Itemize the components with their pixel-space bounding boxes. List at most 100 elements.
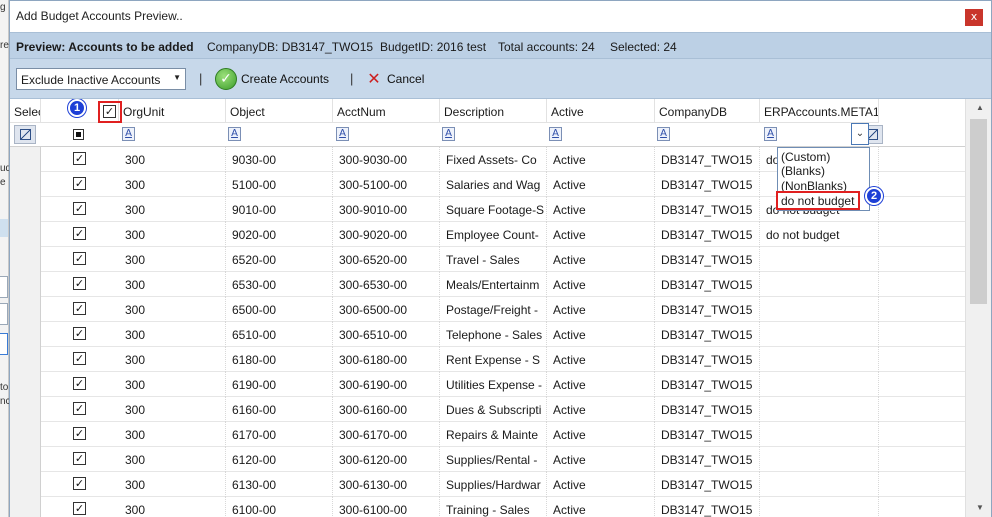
scroll-down-icon[interactable]: ▼ [976, 503, 984, 512]
table-row[interactable]: ✓ 300 6170-00 300-6170-00 Repairs & Main… [10, 422, 965, 447]
filter-companydb-icon[interactable]: A [657, 127, 670, 141]
cell-orgunit: 300 [119, 297, 226, 322]
background-text: e [0, 177, 6, 188]
cell-meta1 [760, 447, 879, 472]
cell-orgunit: 300 [119, 372, 226, 397]
meta1-filter-combo[interactable]: ⌄ [851, 123, 869, 145]
table-row[interactable]: ✓ 300 6130-00 300-6130-00 Supplies/Hardw… [10, 472, 965, 497]
stop-icon[interactable] [73, 129, 84, 140]
cell-companydb: DB3147_TWO15 [655, 347, 760, 372]
create-accounts-button[interactable]: ✓ Create Accounts [215, 67, 329, 91]
table-row[interactable]: ✓ 300 6180-00 300-6180-00 Rent Expense -… [10, 347, 965, 372]
cell-description: Training - Sales [440, 497, 547, 517]
cell-companydb: DB3147_TWO15 [655, 197, 760, 222]
filter-acctnum-icon[interactable]: A [336, 127, 349, 141]
cell-companydb: DB3147_TWO15 [655, 172, 760, 197]
cell-description: Postage/Freight - [440, 297, 547, 322]
row-checkbox[interactable]: ✓ [73, 402, 86, 415]
row-selector[interactable] [10, 297, 41, 322]
column-header-companydb[interactable]: CompanyDB [655, 99, 760, 123]
column-header-orgunit[interactable]: OrgUnit [119, 99, 226, 123]
row-checkbox[interactable]: ✓ [73, 427, 86, 440]
row-selector[interactable] [10, 322, 41, 347]
table-row[interactable]: ✓ 300 6530-00 300-6530-00 Meals/Entertai… [10, 272, 965, 297]
cell-acctnum: 300-6160-00 [333, 397, 440, 422]
table-row[interactable]: ✓ 300 6120-00 300-6120-00 Supplies/Renta… [10, 447, 965, 472]
filter-orgunit-icon[interactable]: A [122, 127, 135, 141]
vertical-scrollbar[interactable]: ▲ ▼ [965, 99, 991, 517]
row-selector[interactable] [10, 447, 41, 472]
cell-active: Active [547, 247, 655, 272]
row-selector[interactable] [10, 272, 41, 297]
cell-active: Active [547, 272, 655, 297]
row-selector[interactable] [10, 347, 41, 372]
row-selector[interactable] [10, 372, 41, 397]
row-checkbox[interactable]: ✓ [73, 252, 86, 265]
row-selector[interactable] [10, 497, 41, 517]
row-selector[interactable] [10, 422, 41, 447]
filter-clear-icon[interactable] [14, 125, 36, 144]
row-selector[interactable] [10, 172, 41, 197]
row-selector[interactable] [10, 247, 41, 272]
scroll-thumb[interactable] [970, 119, 987, 304]
table-row[interactable]: ✓ 300 6160-00 300-6160-00 Dues & Subscri… [10, 397, 965, 422]
row-checkbox[interactable]: ✓ [73, 277, 86, 290]
row-checkbox[interactable]: ✓ [73, 352, 86, 365]
table-row[interactable]: ✓ 300 6510-00 300-6510-00 Telephone - Sa… [10, 322, 965, 347]
column-header-acctnum[interactable]: AcctNum [333, 99, 440, 123]
cancel-label: Cancel [387, 72, 425, 86]
cell-acctnum: 300-9030-00 [333, 147, 440, 172]
row-checkbox[interactable]: ✓ [73, 202, 86, 215]
row-checkbox[interactable]: ✓ [73, 477, 86, 490]
row-checkbox[interactable]: ✓ [73, 152, 86, 165]
table-row[interactable]: ✓ 300 6500-00 300-6500-00 Postage/Freigh… [10, 297, 965, 322]
cell-description: Supplies/Rental - [440, 447, 547, 472]
cell-orgunit: 300 [119, 397, 226, 422]
cell-meta1 [760, 397, 879, 422]
cell-meta1 [760, 322, 879, 347]
background-text: to [0, 382, 9, 393]
table-row[interactable]: ✓ 300 6100-00 300-6100-00 Training - Sal… [10, 497, 965, 517]
cancel-button[interactable]: ✕ Cancel [365, 67, 424, 91]
column-header-meta1[interactable]: ERPAccounts.META1 [760, 99, 879, 123]
filter-option-blanks[interactable]: (Blanks) [781, 164, 825, 178]
table-row[interactable]: ✓ 300 6520-00 300-6520-00 Travel - Sales… [10, 247, 965, 272]
row-checkbox[interactable]: ✓ [73, 377, 86, 390]
row-selector[interactable] [10, 222, 41, 247]
row-checkbox[interactable]: ✓ [73, 177, 86, 190]
filter-active-icon[interactable]: A [549, 127, 562, 141]
row-selector[interactable] [10, 147, 41, 172]
cell-meta1: do not budget [760, 222, 879, 247]
annotation-badge-1: 1 [68, 99, 86, 117]
scroll-up-icon[interactable]: ▲ [976, 103, 984, 112]
cell-companydb: DB3147_TWO15 [655, 147, 760, 172]
cell-orgunit: 300 [119, 147, 226, 172]
table-row[interactable]: ✓ 300 9020-00 300-9020-00 Employee Count… [10, 222, 965, 247]
column-header-description[interactable]: Description [440, 99, 547, 123]
table-row[interactable]: ✓ 300 6190-00 300-6190-00 Utilities Expe… [10, 372, 965, 397]
account-filter-dropdown[interactable]: Exclude Inactive Accounts ▼ [16, 68, 186, 90]
row-checkbox[interactable]: ✓ [73, 502, 86, 515]
filter-description-icon[interactable]: A [442, 127, 455, 141]
row-selector[interactable] [10, 472, 41, 497]
filter-object-icon[interactable]: A [228, 127, 241, 141]
column-header-active[interactable]: Active [547, 99, 655, 123]
row-checkbox[interactable]: ✓ [73, 452, 86, 465]
column-header-select[interactable]: Select [10, 99, 41, 123]
row-checkbox[interactable]: ✓ [73, 302, 86, 315]
column-header-object[interactable]: Object [226, 99, 333, 123]
cell-orgunit: 300 [119, 422, 226, 447]
cell-object: 6100-00 [226, 497, 333, 517]
row-checkbox[interactable]: ✓ [73, 227, 86, 240]
cell-active: Active [547, 172, 655, 197]
filter-option-custom[interactable]: (Custom) [781, 150, 830, 164]
accounts-grid: Select OrgUnit Object AcctNum Descriptio… [10, 99, 965, 517]
row-selector[interactable] [10, 197, 41, 222]
close-button[interactable]: x [965, 9, 983, 26]
title-bar: Add Budget Accounts Preview.. x [10, 1, 991, 32]
row-checkbox[interactable]: ✓ [73, 327, 86, 340]
filter-meta1-icon[interactable]: A [764, 127, 777, 141]
cell-acctnum: 300-6530-00 [333, 272, 440, 297]
cell-object: 6520-00 [226, 247, 333, 272]
row-selector[interactable] [10, 397, 41, 422]
